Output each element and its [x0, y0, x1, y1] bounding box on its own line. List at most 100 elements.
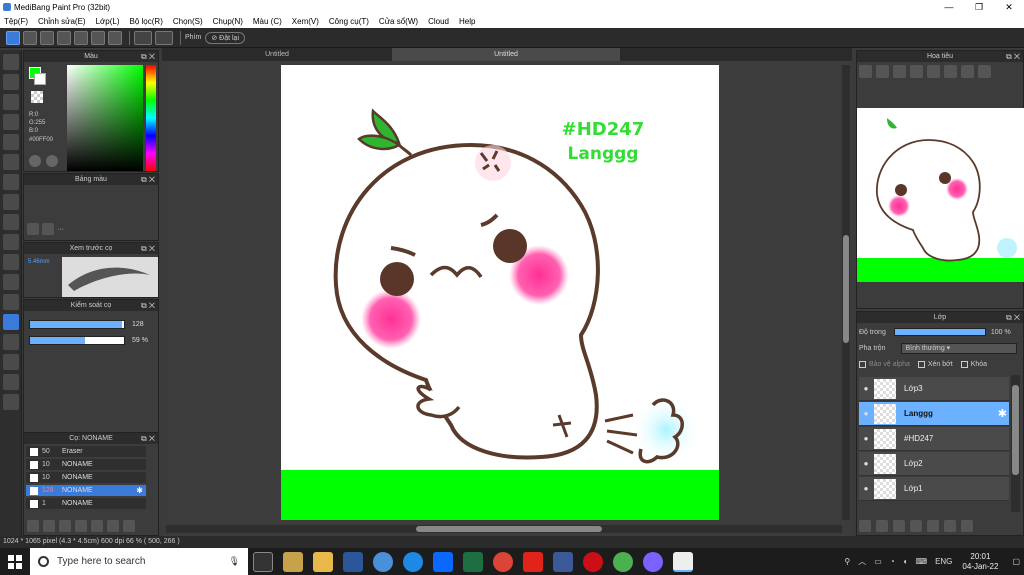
- duplicate-icon[interactable]: [107, 520, 119, 532]
- scroll-thumb[interactable]: [1012, 385, 1019, 475]
- tab-untitled-1[interactable]: Untitled: [163, 48, 391, 61]
- visibility-icon[interactable]: ●: [861, 484, 871, 493]
- menu-color[interactable]: Màu (C): [253, 17, 282, 26]
- reset-view-icon[interactable]: [978, 65, 991, 78]
- menu-view[interactable]: Xem(V): [292, 17, 319, 26]
- pen-tool-icon[interactable]: [3, 114, 19, 130]
- notification-icon[interactable]: ▢: [1012, 557, 1020, 566]
- menu-cloud[interactable]: Cloud: [428, 17, 449, 26]
- trash-icon[interactable]: [123, 520, 135, 532]
- menu-filter[interactable]: Bộ lọc(R): [130, 17, 163, 26]
- gear-icon[interactable]: ✱: [136, 486, 143, 495]
- transparent-color-swatch[interactable]: [31, 91, 43, 103]
- lock-checkbox[interactable]: [960, 361, 968, 368]
- lasso-tool-icon[interactable]: [3, 234, 19, 250]
- brush-row[interactable]: 10 NONAME: [26, 459, 146, 471]
- layer-menu-icon[interactable]: [910, 520, 922, 532]
- rectangle-tool-icon[interactable]: [3, 154, 19, 170]
- brush-opacity-slider[interactable]: [29, 336, 125, 345]
- background-color-swatch[interactable]: [34, 73, 46, 85]
- chrome-alt-icon[interactable]: [613, 551, 633, 572]
- scroll-thumb[interactable]: [416, 526, 602, 532]
- brush-size-slider[interactable]: [29, 320, 125, 329]
- message-icon[interactable]: [57, 30, 71, 45]
- visibility-icon[interactable]: ●: [861, 384, 871, 393]
- redo-icon[interactable]: [155, 30, 173, 45]
- copy-brush-icon[interactable]: [75, 520, 87, 532]
- brush-row[interactable]: 50 Eraser: [26, 446, 146, 458]
- edge-icon[interactable]: [403, 551, 423, 572]
- vertical-scrollbar[interactable]: [842, 65, 850, 520]
- panel-close-icon[interactable]: ⧉ ✕: [141, 243, 155, 254]
- menu-snap[interactable]: Chụp(N): [213, 17, 243, 26]
- medibang-icon[interactable]: [673, 551, 693, 572]
- hand-tool-icon[interactable]: [3, 394, 19, 410]
- new-halftone-layer-icon[interactable]: [876, 520, 888, 532]
- brush-row-selected[interactable]: 128 NONAME ✱: [26, 485, 146, 497]
- volume-icon[interactable]: ◖: [903, 557, 908, 566]
- zoom-in-icon[interactable]: [876, 65, 889, 78]
- rotate-right-icon[interactable]: [961, 65, 974, 78]
- text-tool-icon[interactable]: [3, 314, 19, 330]
- pdf-icon[interactable]: [523, 551, 543, 572]
- duplicate-layer-icon[interactable]: [927, 520, 939, 532]
- messenger-icon[interactable]: [643, 551, 663, 572]
- panel-close-icon[interactable]: ⧉ ✕: [1006, 51, 1020, 62]
- navigator-thumbnail[interactable]: [857, 108, 1024, 282]
- visibility-icon[interactable]: ●: [861, 459, 871, 468]
- start-button[interactable]: [0, 548, 30, 575]
- people-icon[interactable]: ⚲: [844, 557, 850, 566]
- magic-wand-tool-icon[interactable]: [3, 254, 19, 270]
- language-indicator[interactable]: ENG: [935, 557, 952, 566]
- delete-swatch-icon[interactable]: [42, 223, 54, 235]
- actual-size-icon[interactable]: [893, 65, 906, 78]
- scroll-thumb[interactable]: [843, 235, 849, 343]
- panel-close-icon[interactable]: ⧉ ✕: [141, 174, 155, 185]
- zoom-fit-icon[interactable]: [859, 65, 872, 78]
- rotate-left-icon[interactable]: [927, 65, 940, 78]
- cloud-icon[interactable]: [6, 30, 20, 45]
- zalo-icon[interactable]: [433, 551, 453, 572]
- minimize-button[interactable]: —: [934, 2, 964, 12]
- layer-scrollbar[interactable]: [1011, 375, 1020, 512]
- opera-icon[interactable]: [583, 551, 603, 572]
- swatch-more[interactable]: ···: [57, 226, 64, 233]
- layer-opacity-slider[interactable]: [893, 328, 986, 336]
- blend-mode-select[interactable]: Bình thường ▾: [901, 343, 1018, 354]
- keyboard-icon[interactable]: ⌨: [916, 557, 928, 566]
- close-button[interactable]: ✕: [994, 2, 1024, 13]
- gear-icon[interactable]: ✱: [998, 407, 1007, 420]
- brush-menu-icon[interactable]: [59, 520, 71, 532]
- word-icon[interactable]: [343, 551, 363, 572]
- drawing-canvas[interactable]: #HD247 Langgg: [281, 65, 719, 520]
- panel-close-icon[interactable]: ⧉ ✕: [141, 51, 155, 62]
- color-wheel-icon[interactable]: [29, 155, 41, 167]
- visibility-icon[interactable]: ●: [861, 409, 871, 418]
- layer-item[interactable]: ● Lớp1: [859, 477, 1009, 501]
- microphone-icon[interactable]: 🎙: [229, 556, 240, 567]
- new-brush-icon[interactable]: [43, 520, 55, 532]
- reset-button[interactable]: ⊘ Đặt lại: [205, 31, 245, 44]
- panel-close-icon[interactable]: ⧉ ✕: [141, 300, 155, 311]
- undo-icon[interactable]: [134, 30, 152, 45]
- menu-layer[interactable]: Lớp(L): [96, 17, 120, 26]
- menu-help[interactable]: Help: [459, 17, 475, 26]
- task-view-icon[interactable]: [253, 551, 273, 572]
- saturation-value-picker[interactable]: [67, 65, 143, 171]
- color-picker-icon[interactable]: [46, 155, 58, 167]
- grid-icon[interactable]: [108, 30, 122, 45]
- panel-close-icon[interactable]: ⧉ ✕: [141, 433, 155, 444]
- brush-row[interactable]: 1 NONAME: [26, 498, 146, 510]
- battery-icon[interactable]: ▭: [874, 557, 882, 566]
- flip-icon[interactable]: [944, 65, 957, 78]
- horizontal-scrollbar[interactable]: [166, 525, 842, 533]
- comment-icon[interactable]: [40, 30, 54, 45]
- tab-untitled-2[interactable]: Untitled: [392, 48, 620, 61]
- excel-icon[interactable]: [463, 551, 483, 572]
- alpha-protect-checkbox[interactable]: [859, 361, 866, 368]
- document-icon[interactable]: [74, 30, 88, 45]
- layer-item[interactable]: ● Lớp3: [859, 377, 1009, 401]
- eraser-tool-icon[interactable]: [3, 74, 19, 90]
- taskbar-search[interactable]: Type here to search 🎙: [30, 548, 248, 575]
- facebook-icon[interactable]: [553, 551, 573, 572]
